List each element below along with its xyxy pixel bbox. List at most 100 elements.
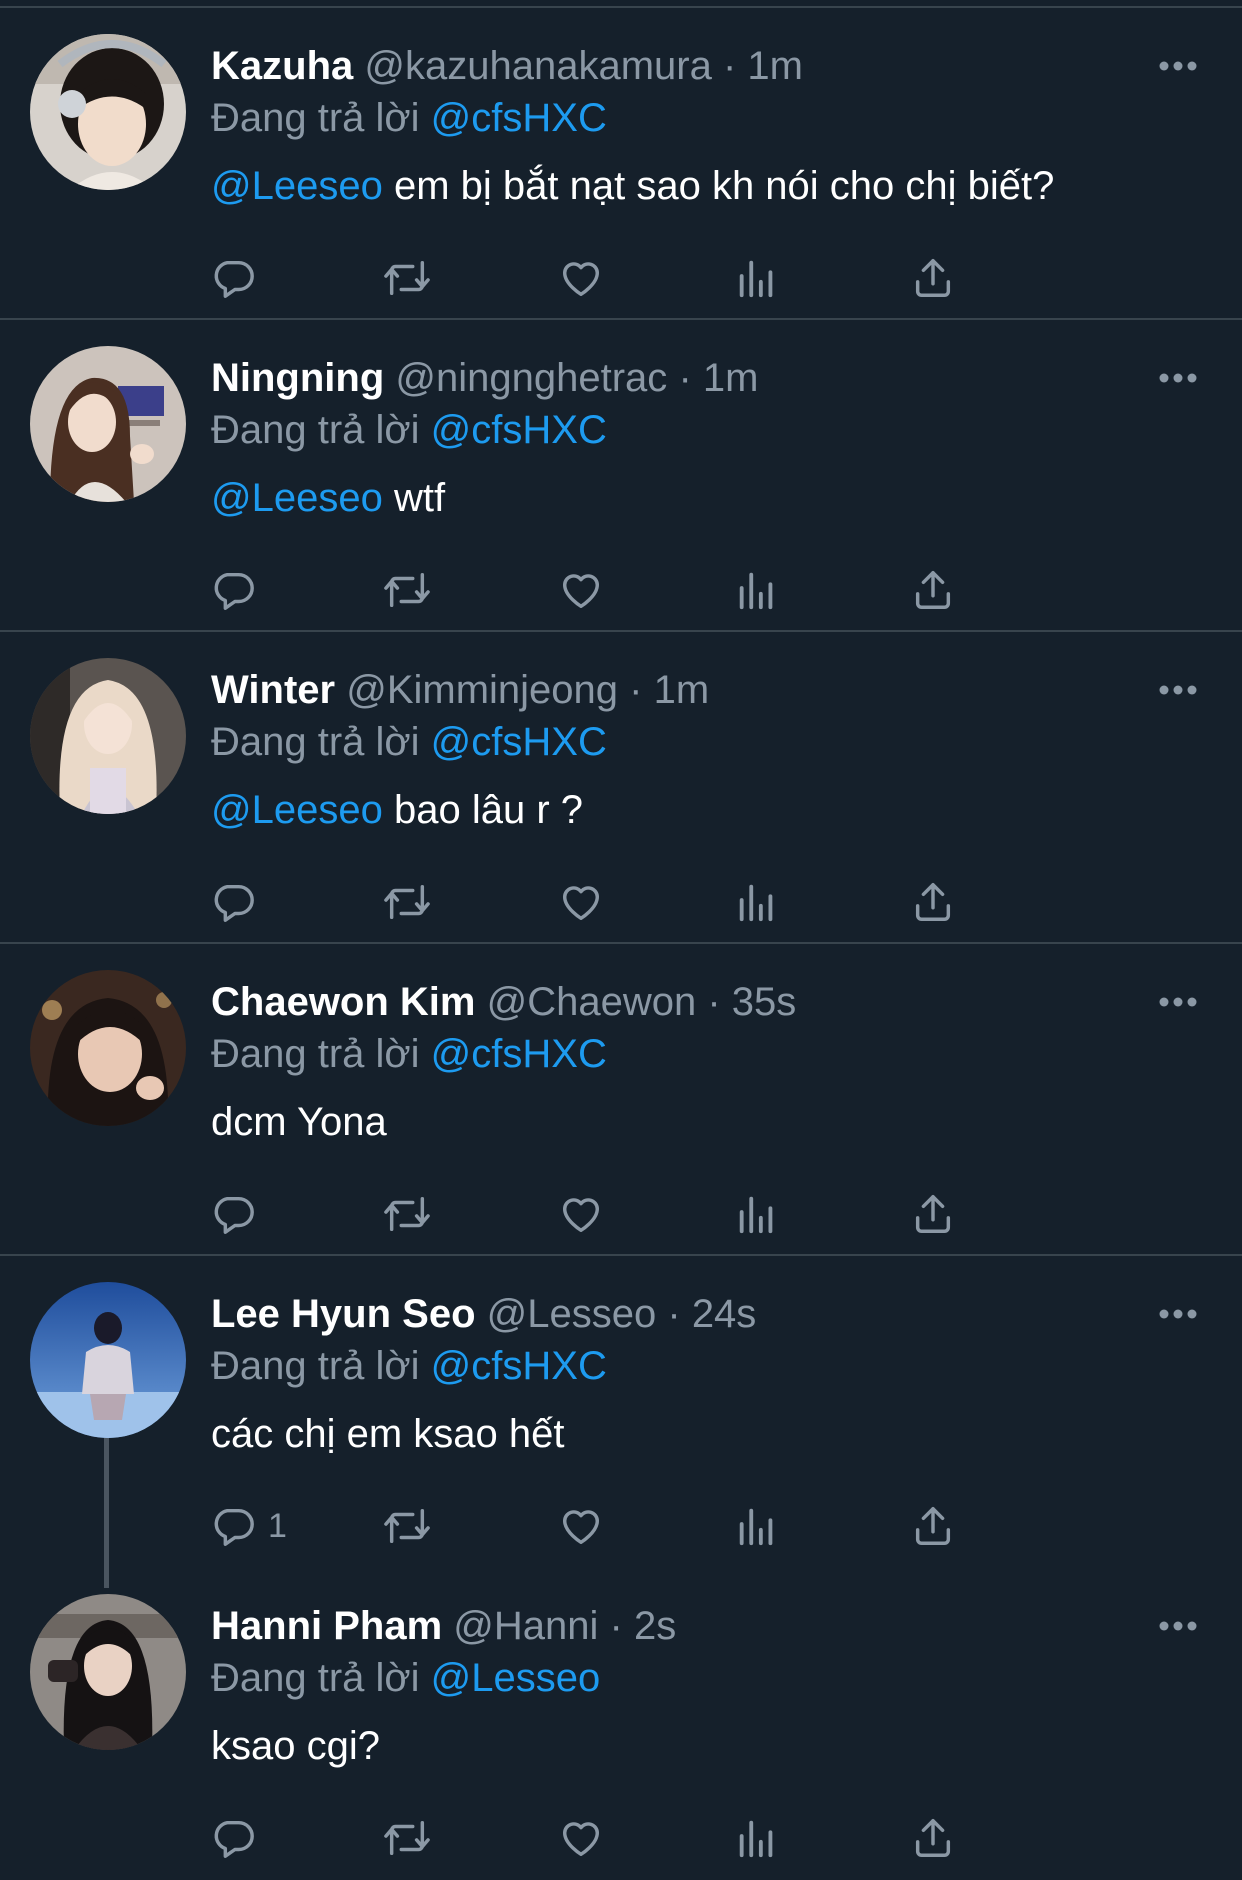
user-handle[interactable]: @Kimminjeong <box>346 668 618 712</box>
share-icon <box>915 571 951 609</box>
avatar[interactable] <box>30 346 186 502</box>
reply-icon <box>214 1196 254 1234</box>
user-handle[interactable]: @Hanni <box>453 1604 598 1648</box>
reply-button[interactable] <box>210 876 268 928</box>
views-button[interactable] <box>734 564 780 616</box>
replying-to-label: Đang trả lời <box>211 720 420 764</box>
share-button[interactable] <box>910 1188 956 1240</box>
share-button[interactable] <box>910 876 956 928</box>
retweet-icon <box>384 1820 430 1856</box>
mention-link[interactable]: @Leeseo <box>211 164 383 208</box>
tweet[interactable]: Kazuha @kazuhanakamura · 1m Đang trả lời… <box>0 8 1242 320</box>
action-bar <box>210 876 1110 928</box>
like-button[interactable] <box>558 1500 604 1552</box>
avatar[interactable] <box>30 34 186 190</box>
mention-link[interactable]: @Leeseo <box>211 476 383 520</box>
like-button[interactable] <box>558 252 604 304</box>
display-name[interactable]: Lee Hyun Seo <box>211 1292 476 1336</box>
timestamp[interactable]: 1m <box>703 356 759 400</box>
views-button[interactable] <box>734 1812 780 1864</box>
more-icon[interactable] <box>1158 684 1198 696</box>
share-button[interactable] <box>910 1812 956 1864</box>
action-bar: 1 <box>210 1500 1110 1552</box>
user-handle[interactable]: @kazuhanakamura <box>364 44 711 88</box>
replying-to-label: Đang trả lời <box>211 1344 420 1388</box>
retweet-button[interactable] <box>382 252 432 304</box>
user-handle[interactable]: @Chaewon <box>487 980 697 1024</box>
timestamp[interactable]: 2s <box>634 1604 676 1648</box>
user-handle[interactable]: @Lesseo <box>487 1292 657 1336</box>
action-bar <box>210 1188 1110 1240</box>
share-icon <box>915 1195 951 1233</box>
tweet[interactable]: Lee Hyun Seo @Lesseo · 24s Đang trả lời … <box>0 1256 1242 1568</box>
retweet-button[interactable] <box>382 876 432 928</box>
avatar[interactable] <box>30 970 186 1126</box>
retweet-button[interactable] <box>382 1188 432 1240</box>
replying-to-handle[interactable]: @Lesseo <box>431 1656 601 1700</box>
tweet[interactable]: Chaewon Kim @Chaewon · 35s Đang trả lời … <box>0 944 1242 1256</box>
action-bar <box>210 564 1110 616</box>
views-button[interactable] <box>734 876 780 928</box>
more-icon[interactable] <box>1158 996 1198 1008</box>
more-icon[interactable] <box>1158 1308 1198 1320</box>
reply-button[interactable] <box>210 252 268 304</box>
like-button[interactable] <box>558 1188 604 1240</box>
display-name[interactable]: Hanni Pham <box>211 1604 442 1648</box>
display-name[interactable]: Ningning <box>211 356 384 400</box>
mention-link[interactable]: @Leeseo <box>211 788 383 832</box>
reply-button[interactable] <box>210 1812 268 1864</box>
more-icon[interactable] <box>1158 372 1198 384</box>
display-name[interactable]: Kazuha <box>211 44 353 88</box>
views-button[interactable] <box>734 1188 780 1240</box>
share-button[interactable] <box>910 564 956 616</box>
separator-dot: · <box>707 980 721 1024</box>
retweet-button[interactable] <box>382 1812 432 1864</box>
reply-button[interactable]: 1 <box>210 1500 287 1552</box>
reply-button[interactable] <box>210 564 268 616</box>
replying-to: Đang trả lời @cfsHXC <box>211 1342 607 1390</box>
more-icon[interactable] <box>1158 1620 1198 1632</box>
separator-dot: · <box>609 1604 623 1648</box>
like-button[interactable] <box>558 564 604 616</box>
like-button[interactable] <box>558 876 604 928</box>
timestamp[interactable]: 35s <box>732 980 797 1024</box>
replying-to: Đang trả lời @cfsHXC <box>211 406 607 454</box>
views-button[interactable] <box>734 1500 780 1552</box>
avatar[interactable] <box>30 1594 186 1750</box>
replying-to-handle[interactable]: @cfsHXC <box>431 720 607 764</box>
retweet-button[interactable] <box>382 564 432 616</box>
replying-to-handle[interactable]: @cfsHXC <box>431 408 607 452</box>
timestamp[interactable]: 24s <box>692 1292 757 1336</box>
timestamp[interactable]: 1m <box>654 668 710 712</box>
share-button[interactable] <box>910 1500 956 1552</box>
heart-icon <box>562 1822 600 1857</box>
replying-to-handle[interactable]: @cfsHXC <box>431 1344 607 1388</box>
avatar[interactable] <box>30 1282 186 1438</box>
replying-to: Đang trả lời @cfsHXC <box>211 1030 607 1078</box>
display-name[interactable]: Winter <box>211 668 335 712</box>
tweet-text: @Leeseo wtf <box>211 474 445 522</box>
replying-to-handle[interactable]: @cfsHXC <box>431 1032 607 1076</box>
display-name[interactable]: Chaewon Kim <box>211 980 475 1024</box>
tweet-body: bao lâu r ? <box>393 788 583 832</box>
tweet-text: ksao cgi? <box>211 1722 380 1770</box>
views-button[interactable] <box>734 252 780 304</box>
retweet-button[interactable] <box>382 1500 432 1552</box>
tweet-text: các chị em ksao hết <box>211 1410 565 1458</box>
tweet[interactable]: Hanni Pham @Hanni · 2s Đang trả lời @Les… <box>0 1568 1242 1880</box>
like-button[interactable] <box>558 1812 604 1864</box>
replying-to: Đang trả lời @cfsHXC <box>211 718 607 766</box>
replying-to-handle[interactable]: @cfsHXC <box>431 96 607 140</box>
share-icon <box>915 1819 951 1857</box>
more-icon[interactable] <box>1158 60 1198 72</box>
timestamp[interactable]: 1m <box>747 44 803 88</box>
retweet-icon <box>384 1196 430 1232</box>
avatar[interactable] <box>30 658 186 814</box>
reply-button[interactable] <box>210 1188 268 1240</box>
tweet-header: Ningning @ningnghetrac · 1m <box>211 354 758 402</box>
tweet[interactable]: Ningning @ningnghetrac · 1m Đang trả lời… <box>0 320 1242 632</box>
share-button[interactable] <box>910 252 956 304</box>
replying-to: Đang trả lời @Lesseo <box>211 1654 600 1702</box>
tweet[interactable]: Winter @Kimminjeong · 1m Đang trả lời @c… <box>0 632 1242 944</box>
user-handle[interactable]: @ningnghetrac <box>395 356 667 400</box>
